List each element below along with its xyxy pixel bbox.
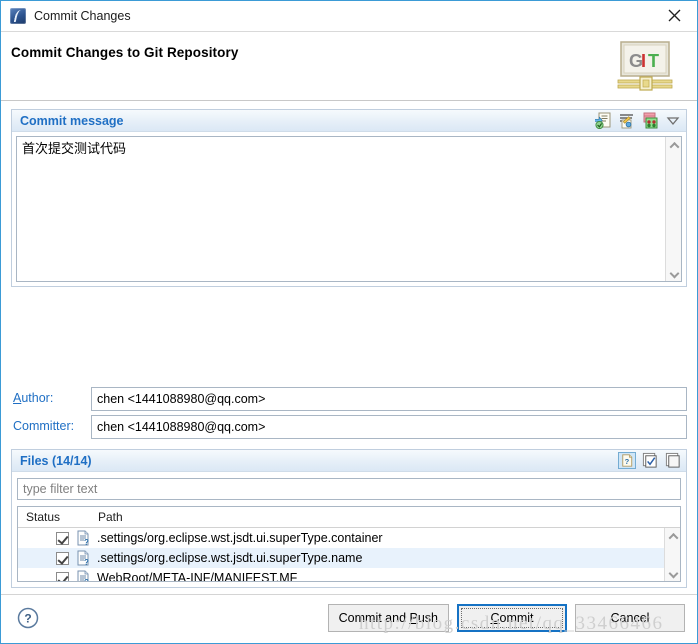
eclipse-git-icon [10, 8, 26, 24]
select-all-button[interactable] [641, 452, 659, 469]
filter-input[interactable]: type filter text [17, 478, 681, 500]
footer-buttons: Commit and Push Commit Cancel [327, 604, 685, 632]
svg-text:?: ? [84, 558, 89, 566]
chevron-up-glyph [669, 141, 679, 152]
row-checkbox[interactable] [56, 531, 69, 545]
files-title-text: Files [20, 453, 49, 468]
scroll-up-icon[interactable] [665, 528, 680, 544]
chevron-up-glyph [668, 532, 678, 543]
svg-text:T: T [648, 51, 659, 71]
scroll-down-icon[interactable] [665, 565, 680, 581]
file-untracked-icon: ? [77, 570, 89, 581]
chevron-down-glyph [669, 268, 679, 278]
scroll-up-icon[interactable] [666, 137, 682, 153]
commit-message-section: Commit message 首次提交测试代码 [11, 109, 687, 287]
author-row: Author: chen <1441088980@qq.com> [11, 387, 687, 411]
files-table-body: ? .settings/org.eclipse.wst.jsdt.ui.supe… [18, 528, 664, 581]
author-input[interactable]: chen <1441088980@qq.com> [91, 387, 687, 411]
file-untracked-icon: ? [77, 530, 89, 546]
commit-message-toolbar [595, 112, 682, 129]
author-label: Author: [13, 391, 54, 405]
committer-input[interactable]: chen <1441088980@qq.com> [91, 415, 687, 439]
file-path: .settings/org.eclipse.wst.jsdt.ui.superT… [97, 551, 363, 565]
git-logo-icon: G I T [617, 41, 673, 91]
cancel-button[interactable]: Cancel [575, 604, 685, 632]
add-signed-off-by-icon[interactable] [595, 112, 613, 129]
commit-message-input-wrapper: 首次提交测试代码 [16, 136, 682, 282]
file-untracked-icon: ? [77, 550, 89, 566]
column-header-status[interactable]: Status [18, 507, 90, 528]
row-checkbox[interactable] [56, 551, 69, 565]
committer-row: Committer: chen <1441088980@qq.com> [11, 415, 687, 439]
table-row[interactable]: ? .settings/org.eclipse.wst.jsdt.ui.supe… [18, 548, 664, 568]
svg-text:?: ? [84, 578, 89, 581]
files-title: Files (14/14) [20, 454, 92, 468]
title-bar: Commit Changes [1, 1, 697, 31]
table-row[interactable]: ? .settings/org.eclipse.wst.jsdt.ui.supe… [18, 528, 664, 548]
close-glyph [668, 9, 680, 22]
commit-label: Commit [490, 611, 534, 625]
commit-message-input[interactable]: 首次提交测试代码 [17, 137, 665, 281]
files-scrollbar[interactable] [664, 528, 680, 581]
commit-message-header: Commit message [12, 110, 686, 132]
dialog-footer: ? Commit and Push Commit Cancel [1, 594, 697, 642]
chevron-down-glyph [668, 568, 678, 578]
files-count: (14/14) [51, 453, 92, 468]
scroll-down-icon[interactable] [666, 265, 682, 281]
svg-text:I: I [641, 51, 646, 71]
add-change-id-icon[interactable] [618, 112, 636, 129]
show-untracked-files-button[interactable]: ? [618, 452, 636, 469]
deselect-all-button[interactable] [664, 452, 682, 469]
dialog-body: Commit message 首次提交测试代码 Author: chen <14… [1, 101, 697, 594]
cancel-label: Cancel [610, 611, 650, 625]
file-path: WebRoot/META-INF/MANIFEST.MF [97, 571, 298, 581]
window-title: Commit Changes [34, 9, 131, 23]
files-header: Files (14/14) ? [12, 450, 686, 472]
amend-previous-commit-icon[interactable] [641, 112, 659, 129]
commit-message-title: Commit message [20, 113, 124, 128]
files-table-header: Status Path [18, 507, 680, 528]
svg-text:?: ? [625, 457, 630, 466]
file-path: .settings/org.eclipse.wst.jsdt.ui.superT… [97, 531, 383, 545]
chevron-down-icon[interactable] [664, 112, 682, 129]
help-icon[interactable]: ? [17, 607, 39, 629]
committer-label: Committer: [13, 419, 75, 433]
commit-changes-dialog: Commit Changes Commit Changes to Git Rep… [0, 0, 698, 644]
files-table: Status Path ? .settings/org.eclipse.wst.… [17, 506, 681, 582]
column-header-path[interactable]: Path [90, 507, 680, 528]
page-title: Commit Changes to Git Repository [11, 45, 239, 60]
files-table-body-wrapper: ? .settings/org.eclipse.wst.jsdt.ui.supe… [18, 528, 680, 581]
commit-message-scrollbar[interactable] [665, 137, 681, 281]
svg-text:?: ? [24, 612, 31, 626]
commit-and-push-button[interactable]: Commit and Push [327, 604, 449, 632]
close-icon[interactable] [651, 1, 697, 30]
row-checkbox[interactable] [56, 571, 69, 581]
svg-text:?: ? [84, 538, 89, 546]
commit-button[interactable]: Commit [457, 604, 567, 632]
table-row[interactable]: ? WebRoot/META-INF/MANIFEST.MF [18, 568, 664, 581]
dialog-banner: Commit Changes to Git Repository G I T [1, 31, 697, 101]
files-toolbar: ? [618, 452, 682, 469]
commit-and-push-label: Commit and Push [338, 611, 438, 625]
files-section: Files (14/14) ? type filter text Status … [11, 449, 687, 588]
